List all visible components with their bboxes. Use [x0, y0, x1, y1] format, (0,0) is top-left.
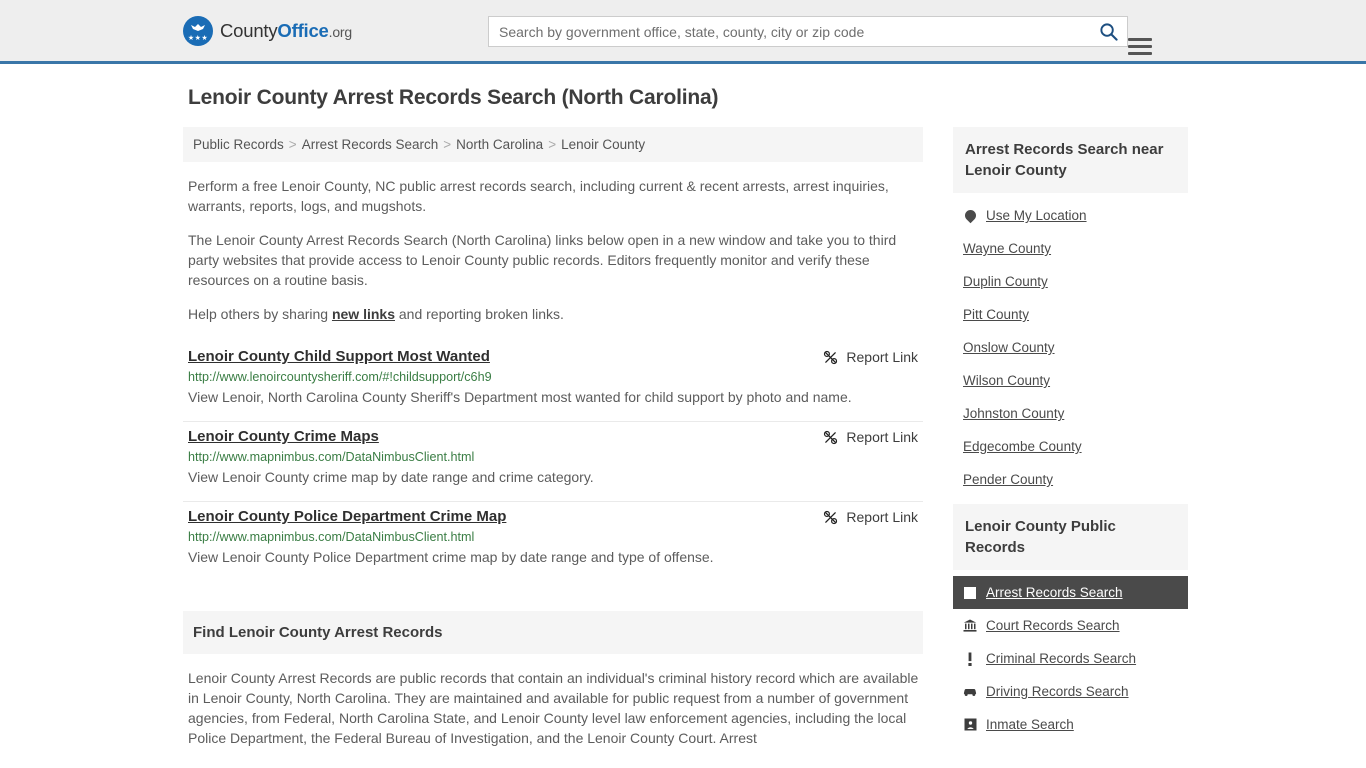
report-link-label: Report Link	[846, 349, 918, 365]
sidebar-item-wilson-county[interactable]: Wilson County	[953, 364, 1188, 397]
resource-title-link[interactable]: Lenoir County Crime Maps	[188, 428, 379, 445]
breadcrumb-separator: >	[288, 137, 297, 152]
resource-title-link[interactable]: Lenoir County Police Department Crime Ma…	[188, 508, 506, 525]
brand-part-org: .org	[328, 23, 353, 40]
resource-title-link[interactable]: Lenoir County Child Support Most Wanted	[188, 348, 490, 365]
brand-text: CountyOffice.org	[220, 20, 352, 42]
sidebar-item-driving-records-search[interactable]: Driving Records Search	[953, 675, 1188, 708]
nearby-searches-title: Arrest Records Search near Lenoir County	[953, 127, 1188, 193]
sidebar-item-criminal-records-search[interactable]: Criminal Records Search	[953, 642, 1188, 675]
county-link[interactable]: Wayne County	[963, 241, 1051, 256]
sidebar-item-use-my-location[interactable]: Use My Location	[953, 199, 1188, 232]
report-link-label: Report Link	[846, 429, 918, 445]
sidebar: Arrest Records Search near Lenoir County…	[953, 127, 1188, 749]
broken-link-icon	[824, 350, 838, 364]
eagle-shield-logo-icon: ★★★	[183, 15, 213, 46]
page-container: Lenoir County Arrest Records Search (Nor…	[183, 64, 1188, 749]
public-record-link[interactable]: Criminal Records Search	[986, 651, 1136, 666]
brand-part-office: Office	[277, 19, 329, 41]
fingerprint-card-icon	[963, 586, 977, 600]
intro-p3-after: and reporting broken links.	[395, 306, 564, 322]
map-pin-icon	[962, 207, 978, 224]
sidebar-item-johnston-county[interactable]: Johnston County	[953, 397, 1188, 430]
sidebar-item-pender-county[interactable]: Pender County	[953, 463, 1188, 496]
broken-link-icon	[824, 510, 838, 524]
search-input[interactable]	[489, 17, 1089, 46]
breadcrumb: Public Records > Arrest Records Search > Nor…	[183, 127, 923, 162]
public-record-link[interactable]: Inmate Search	[986, 717, 1074, 732]
resource-link-list: Lenoir County Child Support Most Wanted …	[183, 342, 923, 581]
sidebar-item-wayne-county[interactable]: Wayne County	[953, 232, 1188, 265]
inmate-icon	[963, 718, 977, 732]
resource-description: View Lenoir, North Carolina County Sheri…	[188, 389, 852, 405]
courthouse-icon	[963, 619, 977, 633]
new-links-link[interactable]: new links	[332, 306, 395, 322]
public-record-link[interactable]: Court Records Search	[986, 618, 1120, 633]
report-link-button[interactable]: Report Link	[823, 348, 918, 365]
county-link[interactable]: Wilson County	[963, 373, 1050, 388]
broken-link-icon	[824, 430, 838, 444]
intro-paragraph-3: Help others by sharing new links and rep…	[188, 304, 923, 324]
county-link[interactable]: Edgecombe County	[963, 439, 1082, 454]
search-icon	[1099, 23, 1118, 41]
exclamation-icon	[963, 652, 977, 666]
find-records-body: Lenoir County Arrest Records are public …	[183, 668, 923, 748]
intro-paragraph-1: Perform a free Lenoir County, NC public …	[188, 178, 889, 214]
sidebar-item-pitt-county[interactable]: Pitt County	[953, 298, 1188, 331]
list-item: Lenoir County Police Department Crime Ma…	[183, 502, 923, 581]
hamburger-bar	[1128, 52, 1152, 55]
sidebar-item-duplin-county[interactable]: Duplin County	[953, 265, 1188, 298]
main-content: Public Records > Arrest Records Search > Nor…	[183, 127, 923, 748]
hamburger-bar	[1128, 45, 1152, 48]
county-link[interactable]: Pitt County	[963, 307, 1029, 322]
public-record-link[interactable]: Arrest Records Search	[986, 585, 1123, 600]
hamburger-bar	[1128, 38, 1152, 41]
page-title: Lenoir County Arrest Records Search (Nor…	[188, 86, 719, 109]
breadcrumb-item-3[interactable]: Lenoir County	[561, 137, 645, 152]
public-record-link[interactable]: Driving Records Search	[986, 684, 1129, 699]
resource-url: http://www.mapnimbus.com/DataNimbusClien…	[188, 450, 475, 464]
sidebar-item-court-records-search[interactable]: Court Records Search	[953, 609, 1188, 642]
intro-text: Perform a free Lenoir County, NC public …	[183, 176, 923, 324]
brand-part-county: County	[220, 19, 278, 41]
use-my-location-label[interactable]: Use My Location	[986, 208, 1087, 223]
search-button[interactable]	[1089, 17, 1127, 46]
sidebar-item-arrest-records-search[interactable]: Arrest Records Search	[953, 576, 1188, 609]
breadcrumb-separator: >	[443, 137, 452, 152]
county-link[interactable]: Duplin County	[963, 274, 1048, 289]
resource-description: View Lenoir County Police Department cri…	[188, 549, 714, 565]
stars-icon: ★★★	[187, 34, 209, 42]
county-link[interactable]: Johnston County	[963, 406, 1064, 421]
county-link[interactable]: Pender County	[963, 472, 1053, 487]
car-icon	[963, 685, 977, 699]
resource-description: View Lenoir County crime map by date ran…	[188, 469, 594, 485]
report-link-label: Report Link	[846, 509, 918, 525]
county-link[interactable]: Onslow County	[963, 340, 1055, 355]
resource-url: http://www.mapnimbus.com/DataNimbusClien…	[188, 530, 475, 544]
list-item: Lenoir County Crime Maps Report Link htt…	[183, 422, 923, 502]
sidebar-item-onslow-county[interactable]: Onslow County	[953, 331, 1188, 364]
resource-url: http://www.lenoircountysheriff.com/#!chi…	[188, 370, 492, 384]
intro-p3-before: Help others by sharing	[188, 306, 332, 322]
eagle-icon	[191, 23, 205, 31]
public-records-title: Lenoir County Public Records	[953, 504, 1188, 570]
sidebar-item-inmate-search[interactable]: Inmate Search	[953, 708, 1188, 741]
report-link-button[interactable]: Report Link	[823, 508, 918, 525]
report-link-button[interactable]: Report Link	[823, 428, 918, 445]
site-logo[interactable]: ★★★ CountyOffice.org	[183, 15, 352, 46]
site-header: ★★★ CountyOffice.org	[0, 0, 1366, 64]
breadcrumb-item-0[interactable]: Public Records	[193, 137, 284, 152]
breadcrumb-item-1[interactable]: Arrest Records Search	[302, 137, 439, 152]
find-records-paragraph: Lenoir County Arrest Records are public …	[188, 670, 919, 746]
intro-paragraph-2: The Lenoir County Arrest Records Search …	[188, 232, 897, 288]
public-records-panel: Lenoir County Public Records Arrest Reco…	[953, 504, 1188, 741]
search-bar[interactable]	[488, 16, 1152, 55]
breadcrumb-separator: >	[548, 137, 557, 152]
hamburger-menu-icon[interactable]	[1128, 38, 1152, 55]
sidebar-item-edgecombe-county[interactable]: Edgecombe County	[953, 430, 1188, 463]
breadcrumb-item-2[interactable]: North Carolina	[456, 137, 543, 152]
find-records-heading: Find Lenoir County Arrest Records	[183, 611, 923, 654]
nearby-searches-panel: Arrest Records Search near Lenoir County…	[953, 127, 1188, 496]
list-item: Lenoir County Child Support Most Wanted …	[183, 342, 923, 422]
